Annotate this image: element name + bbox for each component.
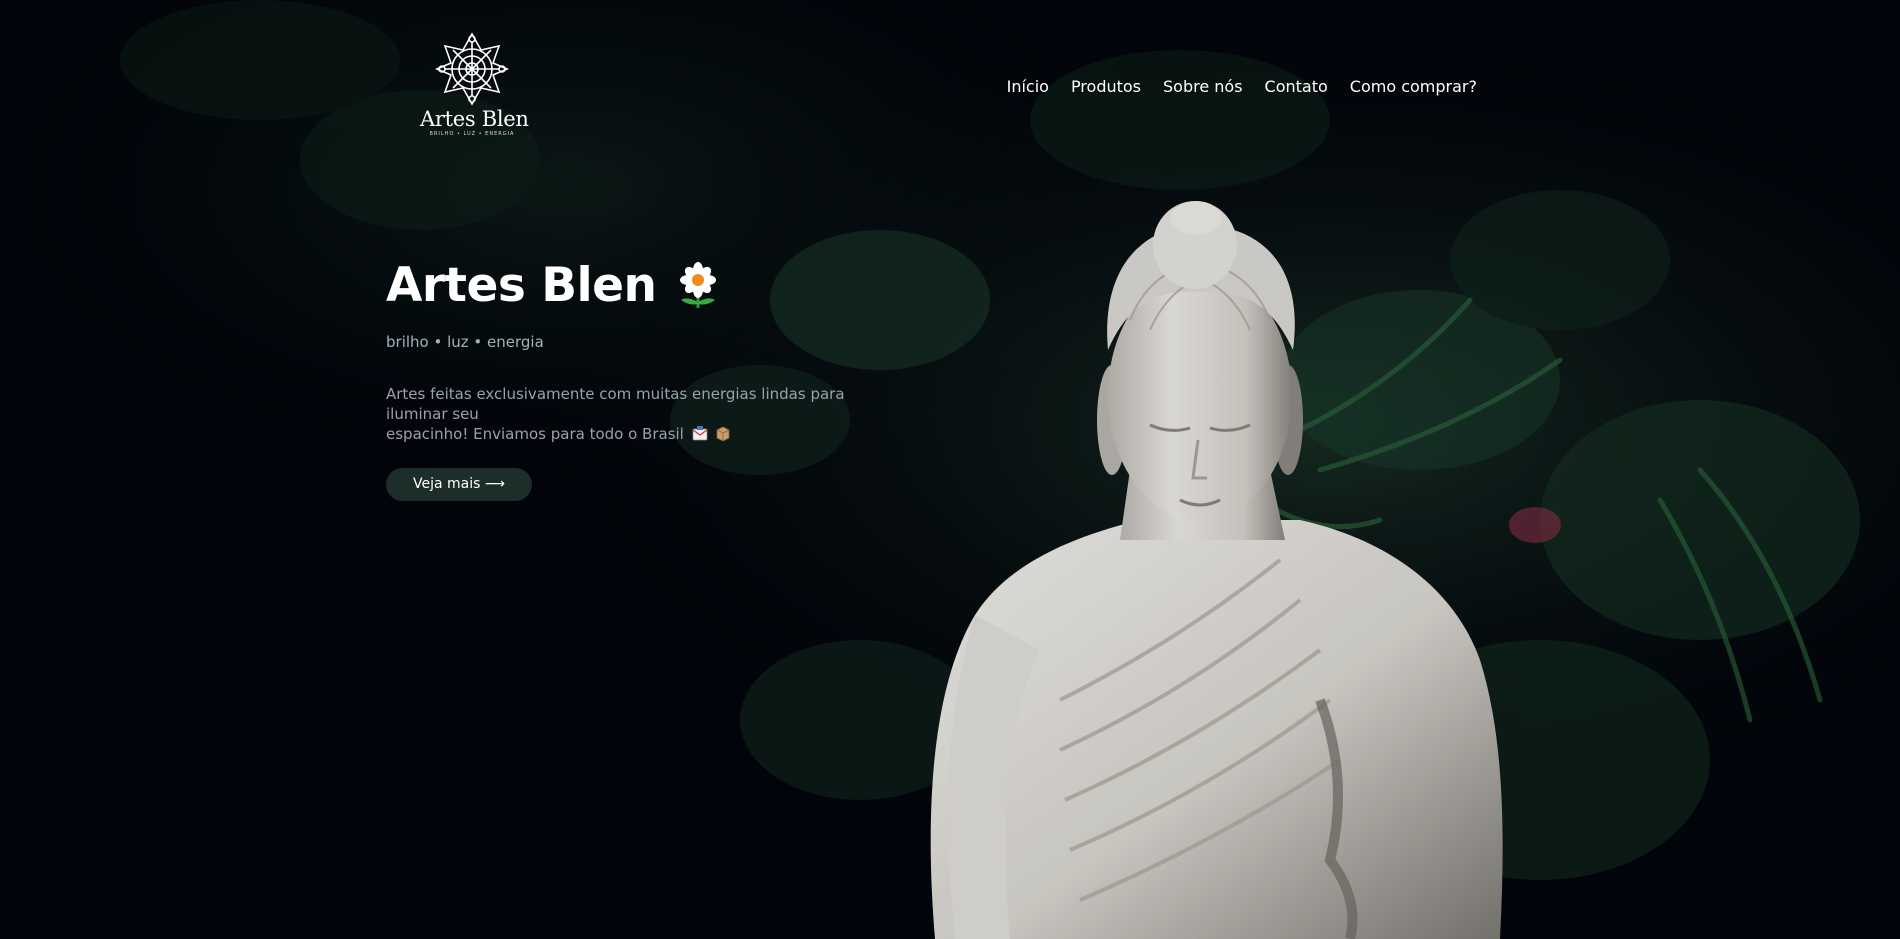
logo-tagline: BRILHO • LUZ • ENERGIA xyxy=(429,131,515,137)
nav-item-sobre-nos[interactable]: Sobre nós xyxy=(1163,77,1243,96)
hero-section: Artes Blen brilho • luz • energia Artes … xyxy=(386,258,926,501)
hero-description-line2: espacinho! Enviamos para todo o Brasil xyxy=(386,425,684,443)
hero-tagline: brilho • luz • energia xyxy=(386,333,544,351)
mandala-logo-icon xyxy=(435,32,509,106)
nav-item-produtos[interactable]: Produtos xyxy=(1071,77,1141,96)
hero-description: Artes feitas exclusivamente com muitas e… xyxy=(386,384,906,444)
hero-background xyxy=(0,0,1900,939)
veja-mais-button[interactable]: Veja mais ⟶ xyxy=(386,468,532,501)
package-icon xyxy=(717,426,730,441)
buddha-statue-image xyxy=(0,0,1900,939)
main-nav: Início Produtos Sobre nós Contato Como c… xyxy=(1007,77,1477,96)
nav-item-inicio[interactable]: Início xyxy=(1007,77,1049,96)
envelope-icon xyxy=(692,426,708,441)
hero-title: Artes Blen xyxy=(386,258,926,313)
brand-logo[interactable]: Artes Blen BRILHO • LUZ • ENERGIA xyxy=(420,32,529,137)
logo-name: Artes Blen xyxy=(420,107,529,131)
hero-description-line1: Artes feitas exclusivamente com muitas e… xyxy=(386,385,845,423)
nav-item-como-comprar[interactable]: Como comprar? xyxy=(1350,77,1477,96)
nav-item-contato[interactable]: Contato xyxy=(1265,77,1328,96)
hero-title-text: Artes Blen xyxy=(386,258,657,313)
daisy-flower-icon xyxy=(679,261,716,308)
